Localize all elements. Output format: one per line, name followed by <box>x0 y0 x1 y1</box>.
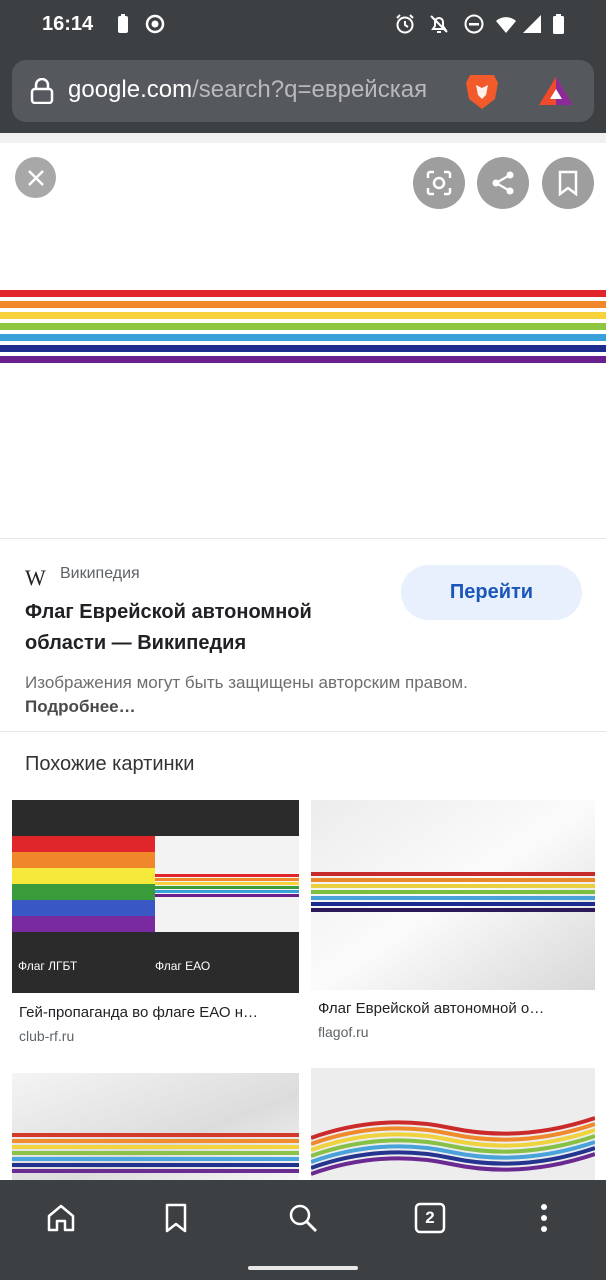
status-bar: 16:14 <box>0 0 606 50</box>
copyright-notice: Изображения могут быть защищены авторски… <box>25 671 495 719</box>
goto-button[interactable]: Перейти <box>401 565 582 620</box>
bookmark-icon <box>558 170 578 196</box>
close-icon <box>27 169 44 186</box>
wifi-icon <box>496 17 516 33</box>
notifications-off-icon <box>430 15 448 33</box>
home-icon[interactable] <box>45 1202 77 1234</box>
battery-saver-icon <box>118 14 128 33</box>
flag-stripe <box>0 290 606 297</box>
menu-icon[interactable] <box>528 1202 560 1234</box>
browser-toolbar: google.com/search?q=еврейская <box>0 50 606 133</box>
flag-stripe <box>0 356 606 363</box>
image-viewer <box>0 133 606 538</box>
search-icon[interactable] <box>287 1202 319 1234</box>
lock-icon[interactable] <box>30 78 54 104</box>
similar-card[interactable]: Флаг Еврейской автономной о… flagof.ru <box>311 800 595 1050</box>
url-path: /search?q=еврейская <box>192 76 428 103</box>
bookmark-button[interactable] <box>542 157 594 209</box>
gesture-area <box>0 1256 606 1280</box>
alarm-icon <box>396 14 414 34</box>
tabs-button[interactable]: 2 <box>414 1202 446 1234</box>
status-time: 16:14 <box>42 13 94 35</box>
similar-domain: flagof.ru <box>318 1024 369 1040</box>
battery-icon <box>553 14 564 34</box>
bat-rewards-icon[interactable] <box>537 75 575 107</box>
lens-button[interactable] <box>413 157 465 209</box>
share-icon <box>492 171 514 195</box>
flag-stripe <box>0 323 606 330</box>
similar-card[interactable] <box>310 1068 596 1181</box>
learn-more-link[interactable]: Подробнее… <box>25 697 136 716</box>
similar-thumbnail[interactable] <box>310 1068 596 1181</box>
similar-thumbnail[interactable]: Флаг ЛГБТ Флаг ЕАО <box>12 800 299 993</box>
similar-domain: club-rf.ru <box>19 1028 75 1044</box>
bookmarks-icon[interactable] <box>160 1202 192 1234</box>
flag-stripe <box>0 345 606 352</box>
url-text[interactable]: google.com/search?q=еврейская <box>68 76 446 104</box>
flag-stripe <box>0 312 606 319</box>
bottom-nav: 2 <box>0 1180 606 1256</box>
thumb-label-right: Флаг ЕАО <box>155 959 210 973</box>
flag-stripe <box>0 334 606 341</box>
gesture-handle[interactable] <box>248 1266 358 1270</box>
wikipedia-icon: W <box>25 565 46 590</box>
similar-heading: Похожие картинки <box>25 753 195 775</box>
similar-card[interactable]: Флаг ЛГБТ Флаг ЕАО Гей-пропаганда во фла… <box>12 800 299 1050</box>
result-info: W Википедия Флаг Еврейской автономной об… <box>0 538 606 732</box>
record-icon <box>145 14 165 34</box>
share-button[interactable] <box>477 157 529 209</box>
source-name[interactable]: Википедия <box>60 565 140 583</box>
flag-stripe <box>0 301 606 308</box>
tab-count: 2 <box>425 1208 435 1227</box>
notice-text: Изображения могут быть защищены авторски… <box>25 673 468 692</box>
url-domain: google.com <box>68 76 193 103</box>
similar-thumbnail[interactable] <box>311 800 595 990</box>
flag-image <box>0 290 606 367</box>
dnd-icon <box>464 14 484 34</box>
close-button[interactable] <box>15 157 56 198</box>
address-bar[interactable]: google.com/search?q=еврейская <box>12 60 594 122</box>
similar-thumbnail[interactable] <box>12 1073 299 1181</box>
lens-icon <box>426 170 452 196</box>
thumb-label-left: Флаг ЛГБТ <box>18 959 78 973</box>
similar-caption[interactable]: Флаг Еврейской автономной о… <box>318 1000 593 1017</box>
similar-card[interactable] <box>12 1073 299 1181</box>
result-title[interactable]: Флаг Еврейской автономной области — Вики… <box>25 597 375 659</box>
similar-caption[interactable]: Гей-пропаганда во флаге ЕАО н… <box>19 1004 294 1021</box>
signal-icon <box>523 15 541 33</box>
brave-lion-icon[interactable] <box>464 71 500 111</box>
